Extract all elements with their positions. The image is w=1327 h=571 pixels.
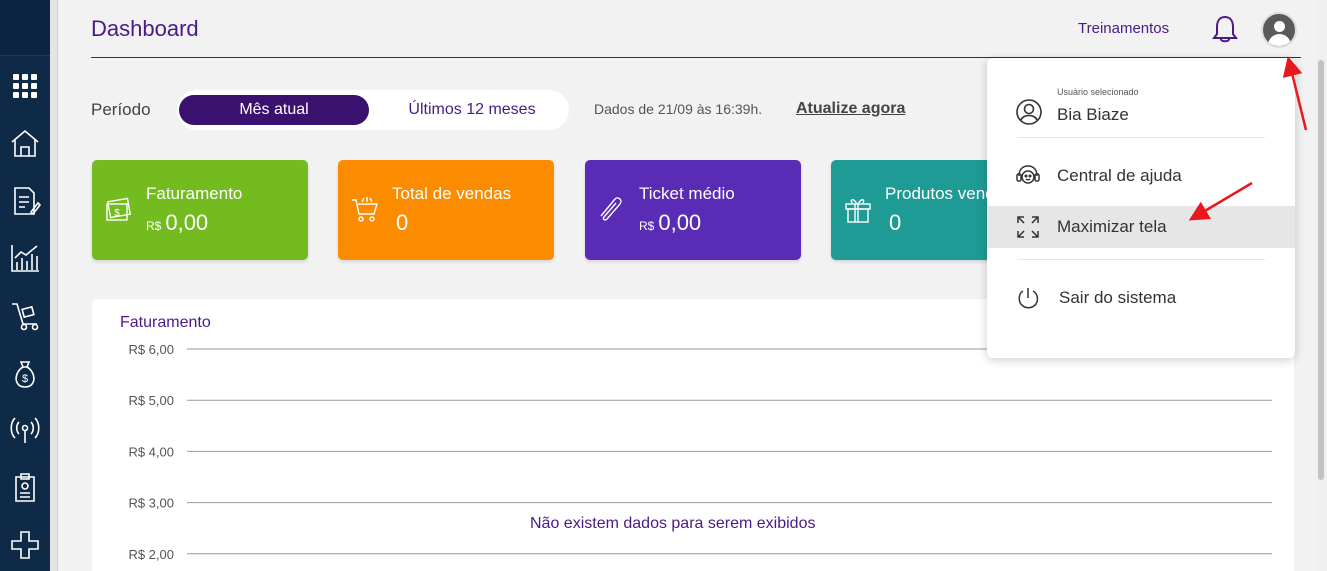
fullscreen-icon [1017, 216, 1039, 238]
menu-item-label: Maximizar tela [1057, 217, 1167, 236]
hand-truck-icon[interactable] [8, 299, 42, 333]
sidebar: $ [0, 0, 50, 571]
card-amount: 0 [889, 210, 902, 235]
period-label: Período [91, 100, 151, 119]
tag-icon [600, 197, 622, 221]
clipboard-icon[interactable] [8, 470, 42, 504]
y-tick-label: R$ 3,00 [128, 496, 174, 511]
chart-title: Faturamento [120, 314, 211, 331]
user-circle-icon [1016, 99, 1042, 125]
card-title: Total de vendas [392, 184, 512, 203]
menu-item-label: Sair do sistema [1059, 288, 1177, 307]
menu-item-maximizar-tela[interactable]: Maximizar tela [987, 206, 1295, 248]
selected-user-name: Bia Biaze [1057, 105, 1129, 124]
sidebar-top-band [0, 0, 50, 56]
menu-item-central-de-ajuda[interactable]: Central de ajuda [987, 155, 1295, 197]
period-toggle: Mês atual Últimos 12 meses [177, 90, 569, 130]
selected-user-label: Usuário selecionado [1057, 87, 1139, 97]
card-value: 0 [392, 210, 408, 236]
card-value: 0 [885, 210, 901, 236]
menu-item-label: Central de ajuda [1057, 166, 1182, 185]
bar-chart-icon[interactable] [8, 241, 42, 275]
card-ticket-medio[interactable]: Ticket médio R$ 0,00 [585, 160, 801, 260]
menu-separator [1017, 259, 1265, 260]
card-currency: R$ [146, 219, 162, 233]
user-menu-dropdown: Usuário selecionado Bia Biaze Central de… [987, 58, 1295, 358]
y-tick-label: R$ 4,00 [128, 444, 174, 459]
scrollbar-thumb[interactable] [1318, 60, 1324, 480]
data-timestamp: Dados de 21/09 às 16:39h. [594, 101, 763, 117]
shopping-cart-icon [352, 197, 378, 222]
card-value: R$ 0,00 [146, 210, 208, 236]
money-bag-icon[interactable]: $ [8, 357, 42, 391]
y-tick-label: R$ 2,00 [128, 547, 174, 562]
card-faturamento[interactable]: $ Faturamento R$ 0,00 [92, 160, 308, 260]
card-amount: 0 [396, 210, 409, 235]
y-tick-label: R$ 5,00 [128, 393, 174, 408]
page-scrollbar[interactable] [1315, 0, 1327, 571]
update-now-link[interactable]: Atualize agora [796, 100, 905, 118]
card-currency: R$ [639, 219, 655, 233]
sidebar-divider [50, 0, 58, 571]
home-icon[interactable] [8, 126, 42, 160]
menu-item-sair-do-sistema[interactable]: Sair do sistema [987, 277, 1295, 319]
bell-icon[interactable] [1211, 14, 1239, 44]
period-current-month-button[interactable]: Mês atual [179, 95, 369, 125]
svg-text:$: $ [22, 373, 28, 385]
antenna-icon[interactable] [8, 413, 42, 447]
card-amount: 0,00 [658, 210, 702, 235]
empty-chart-message: Não existem dados para serem exibidos [530, 515, 816, 532]
page-title: Dashboard [91, 16, 199, 41]
user-avatar-icon[interactable] [1261, 12, 1297, 48]
card-value: R$ 0,00 [639, 210, 701, 236]
menu-separator [1017, 137, 1265, 138]
power-icon [1018, 288, 1039, 309]
money-cash-icon: $ [106, 197, 132, 221]
card-amount: 0,00 [165, 210, 209, 235]
grid-icon[interactable] [8, 69, 42, 103]
document-edit-icon[interactable] [8, 184, 42, 218]
svg-text:$: $ [114, 208, 120, 219]
avatar-body [1268, 34, 1291, 46]
card-title: Faturamento [146, 184, 243, 203]
card-total-vendas[interactable]: Total de vendas 0 [338, 160, 554, 260]
card-title: Ticket médio [639, 184, 735, 203]
period-last-12-months-button[interactable]: Últimos 12 meses [377, 95, 567, 125]
avatar-head [1274, 21, 1285, 32]
gift-icon [845, 199, 871, 223]
plus-cross-icon[interactable] [8, 528, 42, 562]
y-tick-label: R$ 6,00 [128, 342, 174, 357]
headset-support-icon [1016, 165, 1040, 184]
treinamentos-link[interactable]: Treinamentos [1078, 20, 1169, 37]
